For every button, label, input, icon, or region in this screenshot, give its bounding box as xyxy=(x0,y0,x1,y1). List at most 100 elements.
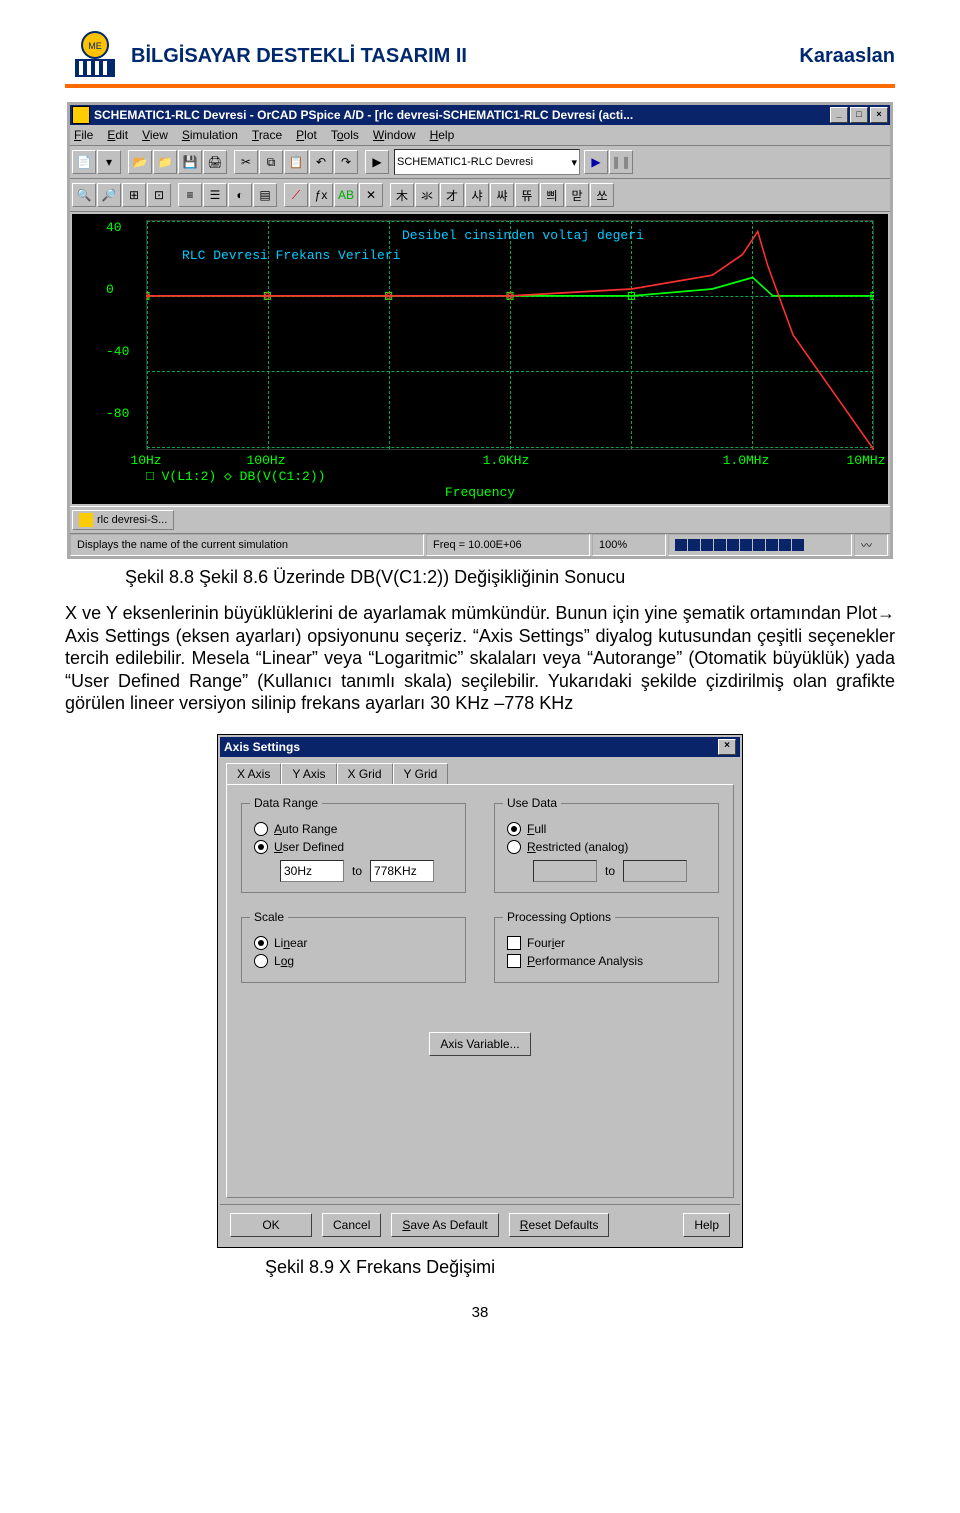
range-to-input[interactable]: 778KHz xyxy=(370,860,434,882)
copy-icon[interactable]: ⧉ xyxy=(259,150,283,174)
scale-group: Linear Log xyxy=(241,917,466,983)
save-default-button[interactable]: Save As Default xyxy=(391,1213,498,1237)
maximize-button[interactable]: □ xyxy=(850,107,868,123)
redo-icon[interactable]: ↷ xyxy=(334,150,358,174)
cross-icon[interactable]: ✕ xyxy=(359,183,383,207)
cut-icon[interactable]: ✂ xyxy=(234,150,258,174)
performance-checkbox[interactable]: Performance Analysis xyxy=(507,954,706,968)
cancel-button[interactable]: Cancel xyxy=(322,1213,381,1237)
ytick-40: 40 xyxy=(106,220,122,235)
restricted-from-input xyxy=(533,860,597,882)
menu-file[interactable]: File xyxy=(74,128,93,142)
menu-edit[interactable]: Edit xyxy=(107,128,128,142)
tab-x-axis[interactable]: X Axis xyxy=(226,763,281,784)
auto-range-radio[interactable]: Auto Range xyxy=(254,822,453,836)
ytick-m40: -40 xyxy=(106,344,129,359)
cursor2-icon[interactable]: 氺 xyxy=(415,183,439,207)
range-from-input[interactable]: 30Hz xyxy=(280,860,344,882)
open-icon[interactable]: 📂 xyxy=(128,150,152,174)
restricted-radio[interactable]: Restricted (analog) xyxy=(507,840,706,854)
ytick-0: 0 xyxy=(106,282,114,297)
list-icon[interactable]: ▤ xyxy=(253,183,277,207)
zoom-in-icon[interactable]: 🔍 xyxy=(72,183,96,207)
ytick-m80: -80 xyxy=(106,406,129,421)
figure-caption-1: Şekil 8.8 Şekil 8.6 Üzerinde DB(V(C1:2))… xyxy=(125,567,895,588)
svg-text:ME: ME xyxy=(88,41,102,51)
zoom-fit-icon[interactable]: ⊡ xyxy=(147,183,171,207)
range-to-label: to xyxy=(352,864,362,878)
plot-legend: □ V(L1:2) ◇ DB(V(C1:2)) xyxy=(146,469,325,484)
status-freq: Freq = 10.00E+06 xyxy=(426,534,590,556)
xtick-3: 1.0MHz xyxy=(723,453,770,468)
help-button[interactable]: Help xyxy=(683,1213,730,1237)
dropdown-icon[interactable]: ▾ xyxy=(97,150,121,174)
menu-view[interactable]: View xyxy=(142,128,168,142)
play-icon[interactable]: ▶ xyxy=(584,150,608,174)
user-defined-radio[interactable]: User Defined xyxy=(254,840,453,854)
progress-bar xyxy=(668,534,852,556)
xtick-0: 10Hz xyxy=(130,453,161,468)
menu-tools[interactable]: Tools xyxy=(331,128,359,142)
dialog-title: Axis Settings xyxy=(224,740,300,754)
child-window-tab[interactable]: rlc devresi-S... xyxy=(72,510,174,530)
fourier-checkbox[interactable]: Fourier xyxy=(507,936,706,950)
zoom-area-icon[interactable]: ⊞ xyxy=(122,183,146,207)
linear-radio[interactable]: Linear xyxy=(254,936,453,950)
save-icon[interactable]: 💾 xyxy=(178,150,202,174)
cursor4-icon[interactable]: 샤 xyxy=(465,183,489,207)
log-radio[interactable]: Log xyxy=(254,954,453,968)
close-button[interactable]: × xyxy=(870,107,888,123)
cursor1-icon[interactable]: 木 xyxy=(390,183,414,207)
cursor8-icon[interactable]: 맏 xyxy=(565,183,589,207)
body-paragraph: X ve Y eksenlerinin büyüklüklerini de ay… xyxy=(65,602,895,715)
tab-y-grid[interactable]: Y Grid xyxy=(393,763,449,784)
figure-caption-2: Şekil 8.9 X Frekans Değişimi xyxy=(265,1257,895,1278)
new-icon[interactable]: 📄 xyxy=(72,150,96,174)
menu-trace[interactable]: Trace xyxy=(252,128,282,142)
data-range-group: Auto Range User Defined 30Hz to 778KHz xyxy=(241,803,466,893)
cursor7-icon[interactable]: 쁴 xyxy=(540,183,564,207)
undo-icon[interactable]: ↶ xyxy=(309,150,333,174)
paste-icon[interactable]: 📋 xyxy=(284,150,308,174)
menu-plot[interactable]: Plot xyxy=(296,128,317,142)
open2-icon[interactable]: 📁 xyxy=(153,150,177,174)
trace-icon[interactable]: ⟋ xyxy=(284,183,308,207)
run-icon[interactable]: ▶ xyxy=(365,150,389,174)
menu-window[interactable]: Window xyxy=(373,128,416,142)
schematic-select[interactable]: SCHEMATIC1-RLC Devresi▾ xyxy=(394,149,580,175)
log-icon[interactable]: ≡ xyxy=(178,183,202,207)
processing-options-group: Fourier Performance Analysis xyxy=(494,917,719,983)
dialog-close-button[interactable]: × xyxy=(718,739,736,755)
marker-icon[interactable]: AB xyxy=(334,183,358,207)
wave-icon: 〰 xyxy=(854,534,888,556)
header-author: Karaaslan xyxy=(799,45,895,68)
use-data-group: Full Restricted (analog) to xyxy=(494,803,719,893)
tab-y-axis[interactable]: Y Axis xyxy=(281,763,336,784)
log2-icon[interactable]: ☰ xyxy=(203,183,227,207)
full-radio[interactable]: Full xyxy=(507,822,706,836)
xtick-1: 100Hz xyxy=(246,453,285,468)
reset-defaults-button[interactable]: Reset Defaults xyxy=(509,1213,610,1237)
axis-variable-button[interactable]: Axis Variable... xyxy=(429,1032,530,1056)
header-title: BİLGİSAYAR DESTEKLİ TASARIM II xyxy=(131,45,799,68)
tab-x-grid[interactable]: X Grid xyxy=(337,763,393,784)
pspice-window: SCHEMATIC1-RLC Devresi - OrCAD PSpice A/… xyxy=(67,102,893,559)
ok-button[interactable]: OK xyxy=(230,1213,312,1237)
zoom-out-icon[interactable]: 🔎 xyxy=(97,183,121,207)
cursor6-icon[interactable]: 뜌 xyxy=(515,183,539,207)
pause-icon[interactable]: ❚❚ xyxy=(609,150,633,174)
cursor5-icon[interactable]: 쌰 xyxy=(490,183,514,207)
xtick-2: 1.0KHz xyxy=(483,453,530,468)
restricted-to-label: to xyxy=(605,864,615,878)
cursor9-icon[interactable]: 쏘 xyxy=(590,183,614,207)
menu-bar: File Edit View Simulation Trace Plot Too… xyxy=(70,125,890,146)
menu-help[interactable]: Help xyxy=(430,128,455,142)
menu-simulation[interactable]: Simulation xyxy=(182,128,238,142)
eval-icon[interactable]: ƒx xyxy=(309,183,333,207)
print-icon[interactable]: 🖨 xyxy=(203,150,227,174)
minimize-button[interactable]: _ xyxy=(830,107,848,123)
cursor3-icon[interactable]: 才 xyxy=(440,183,464,207)
page-number: 38 xyxy=(65,1304,895,1321)
toggle-icon[interactable]: ◐ xyxy=(228,183,252,207)
status-text: Displays the name of the current simulat… xyxy=(70,534,424,556)
